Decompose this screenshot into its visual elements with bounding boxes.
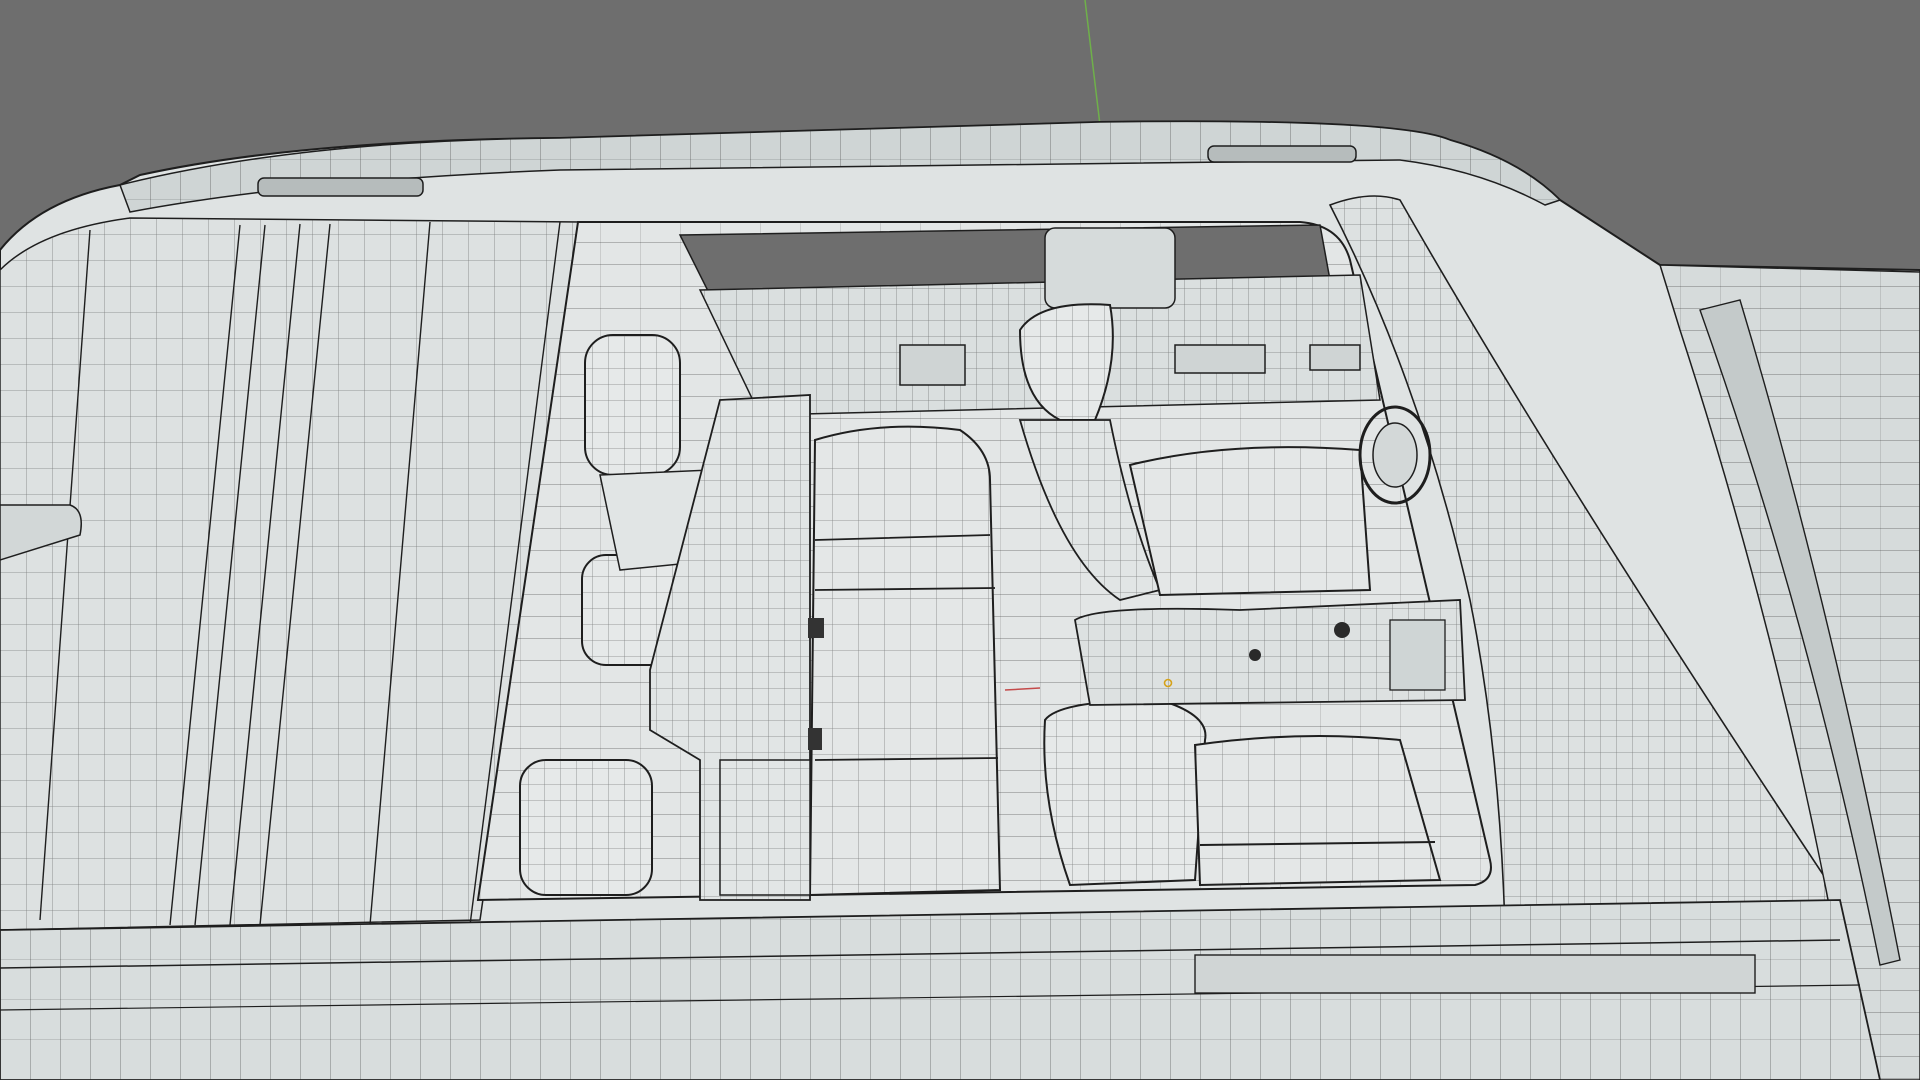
- rear-headrest-1-mesh: [585, 335, 680, 475]
- viewport-canvas[interactable]: [0, 0, 1920, 1080]
- passenger-headrest-mesh: [1044, 700, 1206, 885]
- seatbelt-buckle-2: [808, 728, 822, 750]
- console-button-icon: [1249, 649, 1261, 661]
- rear-seat-cushion-mesh: [810, 426, 1000, 895]
- roof-rail-slot-right: [1207, 145, 1357, 163]
- steering-hub: [1372, 422, 1418, 488]
- dash-vent-2: [1309, 344, 1361, 371]
- driver-seat-cushion-mesh: [1130, 447, 1370, 595]
- b-pillar: [1044, 227, 1176, 309]
- dash-vent-3: [1174, 344, 1266, 374]
- passenger-seat-cushion-mesh: [1195, 736, 1440, 885]
- rear-headrest-3-mesh: [520, 760, 652, 895]
- roof-rail-slot-left: [257, 177, 424, 197]
- 3d-viewport[interactable]: [0, 0, 1920, 1080]
- dash-vent-1: [899, 344, 966, 386]
- seatbelt-buckle-1: [808, 618, 824, 638]
- side-trim: [1194, 954, 1756, 994]
- rear-seat-lower-mesh: [720, 760, 810, 895]
- console-knob-icon: [1334, 622, 1350, 638]
- console-controls: [1389, 619, 1446, 691]
- cabin-opening[interactable]: [476, 221, 1492, 902]
